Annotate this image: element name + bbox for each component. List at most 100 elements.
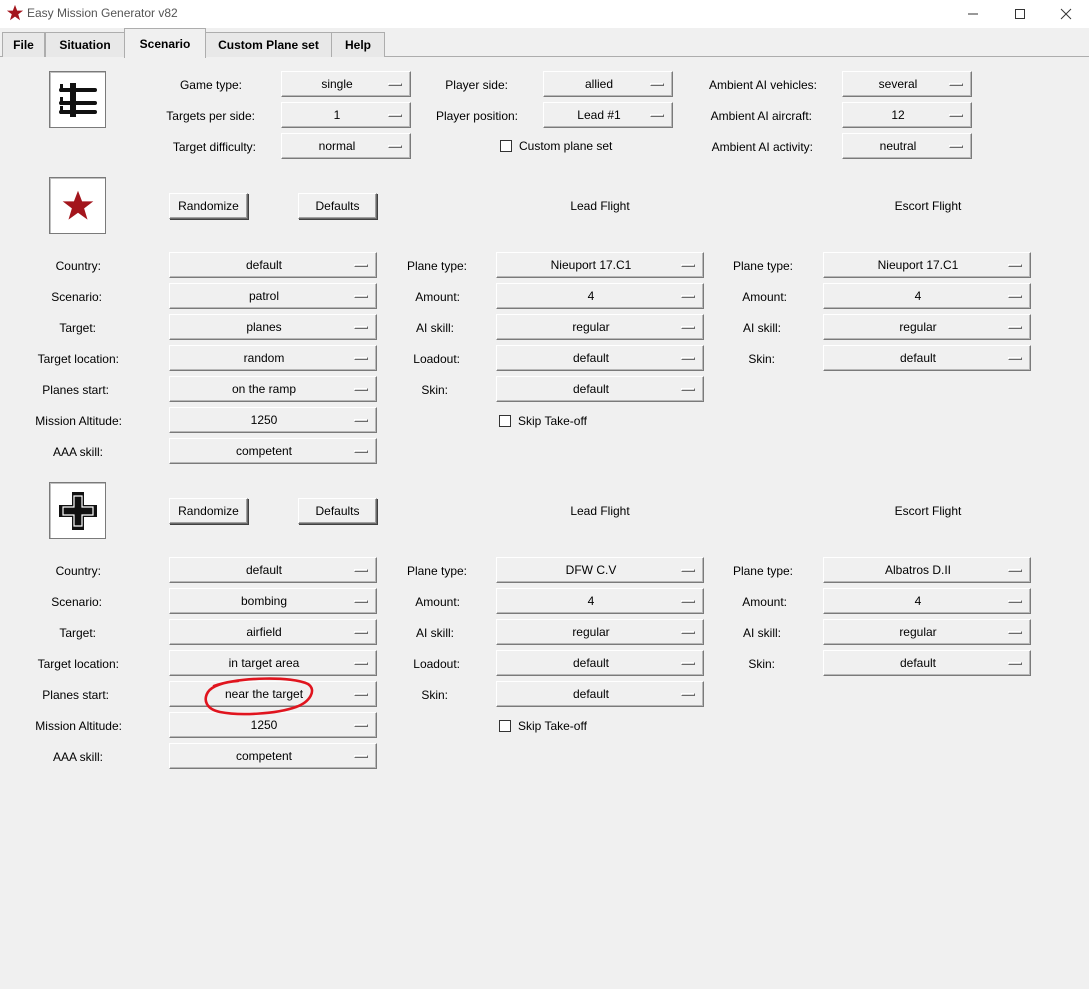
- dropdown-indicator-icon: [354, 357, 368, 360]
- axis-aaa-skill-label: AAA skill:: [52, 750, 103, 764]
- ambient-activity-label: Ambient AI activity:: [711, 140, 813, 154]
- dropdown-indicator-icon: [388, 145, 402, 148]
- allied-defaults-button[interactable]: Defaults: [298, 193, 377, 219]
- axis-lead-skin-dropdown[interactable]: default: [496, 681, 704, 707]
- allied-planes-start-label: Planes start:: [42, 383, 109, 397]
- allied-skip-takeoff-label: Skip Take-off: [518, 414, 587, 428]
- tab-situation[interactable]: Situation: [45, 32, 125, 57]
- axis-planes-start-value: near the target: [224, 687, 304, 701]
- allied-skip-takeoff-checkbox[interactable]: Skip Take-off: [499, 414, 587, 428]
- dropdown-indicator-icon: [1008, 264, 1022, 267]
- allied-mission-altitude-dropdown[interactable]: 1250: [169, 407, 377, 433]
- dropdown-indicator-icon: [388, 114, 402, 117]
- allied-lead-amount-dropdown[interactable]: 4: [496, 283, 704, 309]
- dropdown-indicator-icon: [681, 295, 695, 298]
- axis-lead-ai-skill-dropdown[interactable]: regular: [496, 619, 704, 645]
- dropdown-indicator-icon: [1008, 600, 1022, 603]
- allied-target-location-value: random: [243, 351, 285, 365]
- maximize-button[interactable]: [997, 0, 1043, 28]
- allied-lead-skin-dropdown[interactable]: default: [496, 376, 704, 402]
- axis-lead-amount-label: Amount:: [415, 595, 460, 609]
- axis-mission-altitude-value: 1250: [250, 718, 278, 732]
- axis-aaa-skill-value: competent: [235, 749, 293, 763]
- allied-country-value: default: [245, 258, 283, 272]
- allied-randomize-button[interactable]: Randomize: [169, 193, 248, 219]
- allied-scenario-dropdown[interactable]: patrol: [169, 283, 377, 309]
- allied-lead-amount-label: Amount:: [415, 290, 460, 304]
- dropdown-indicator-icon: [1008, 295, 1022, 298]
- axis-aaa-skill-dropdown[interactable]: competent: [169, 743, 377, 769]
- axis-lead-ai-skill-label: AI skill:: [415, 626, 454, 640]
- axis-escort-plane-type-value: Albatros D.II: [884, 563, 952, 577]
- axis-lead-flight-heading: Lead Flight: [570, 504, 630, 518]
- axis-planes-start-dropdown[interactable]: near the target: [169, 681, 377, 707]
- axis-escort-ai-skill-dropdown[interactable]: regular: [823, 619, 1031, 645]
- tab-scenario[interactable]: Scenario: [124, 28, 206, 58]
- axis-defaults-button[interactable]: Defaults: [298, 498, 377, 524]
- axis-escort-plane-type-dropdown[interactable]: Albatros D.II: [823, 557, 1031, 583]
- allied-lead-ai-skill-label: AI skill:: [415, 321, 454, 335]
- axis-lead-loadout-label: Loadout:: [413, 657, 460, 671]
- dropdown-indicator-icon: [354, 388, 368, 391]
- allied-target-location-dropdown[interactable]: random: [169, 345, 377, 371]
- allied-aaa-skill-dropdown[interactable]: competent: [169, 438, 377, 464]
- axis-country-dropdown[interactable]: default: [169, 557, 377, 583]
- allied-target-dropdown[interactable]: planes: [169, 314, 377, 340]
- minimize-button[interactable]: [950, 0, 996, 28]
- target-difficulty-label: Target difficulty:: [172, 140, 256, 154]
- allied-planes-start-dropdown[interactable]: on the ramp: [169, 376, 377, 402]
- player-position-dropdown[interactable]: Lead #1: [543, 102, 673, 128]
- ambient-aircraft-dropdown[interactable]: 12: [842, 102, 972, 128]
- allied-lead-plane-type-dropdown[interactable]: Nieuport 17.C1: [496, 252, 704, 278]
- dropdown-indicator-icon: [949, 83, 963, 86]
- target-difficulty-dropdown[interactable]: normal: [281, 133, 411, 159]
- allied-lead-ai-skill-value: regular: [572, 320, 610, 334]
- custom-plane-set-checkbox[interactable]: Custom plane set: [500, 139, 612, 153]
- axis-escort-skin-dropdown[interactable]: default: [823, 650, 1031, 676]
- tab-file[interactable]: File: [2, 32, 45, 57]
- game-type-label: Game type:: [179, 78, 242, 92]
- close-button[interactable]: [1043, 0, 1089, 28]
- allied-escort-skin-value: default: [899, 351, 937, 365]
- game-type-dropdown[interactable]: single: [281, 71, 411, 97]
- axis-escort-amount-dropdown[interactable]: 4: [823, 588, 1031, 614]
- allied-escort-ai-skill-dropdown[interactable]: regular: [823, 314, 1031, 340]
- allied-escort-amount-value: 4: [914, 289, 922, 303]
- axis-lead-loadout-dropdown[interactable]: default: [496, 650, 704, 676]
- axis-target-dropdown[interactable]: airfield: [169, 619, 377, 645]
- axis-lead-plane-type-dropdown[interactable]: DFW C.V: [496, 557, 704, 583]
- axis-skip-takeoff-label: Skip Take-off: [518, 719, 587, 733]
- allied-target-location-label: Target location:: [37, 352, 119, 366]
- dropdown-indicator-icon: [1008, 569, 1022, 572]
- tab-help[interactable]: Help: [331, 32, 385, 57]
- axis-target-location-dropdown[interactable]: in target area: [169, 650, 377, 676]
- dropdown-indicator-icon: [1008, 357, 1022, 360]
- targets-per-side-dropdown[interactable]: 1: [281, 102, 411, 128]
- axis-randomize-button[interactable]: Randomize: [169, 498, 248, 524]
- tab-custom-plane-set[interactable]: Custom Plane set: [205, 32, 332, 57]
- axis-lead-skin-label: Skin:: [421, 688, 448, 702]
- allied-country-dropdown[interactable]: default: [169, 252, 377, 278]
- axis-scenario-dropdown[interactable]: bombing: [169, 588, 377, 614]
- allied-escort-plane-type-dropdown[interactable]: Nieuport 17.C1: [823, 252, 1031, 278]
- axis-mission-altitude-dropdown[interactable]: 1250: [169, 712, 377, 738]
- allied-target-value: planes: [246, 320, 282, 334]
- axis-target-value: airfield: [246, 625, 282, 639]
- checkbox-icon: [499, 720, 511, 732]
- dropdown-indicator-icon: [354, 450, 368, 453]
- axis-skip-takeoff-checkbox[interactable]: Skip Take-off: [499, 719, 587, 733]
- targets-per-side-label: Targets per side:: [166, 109, 255, 123]
- ambient-vehicles-dropdown[interactable]: several: [842, 71, 972, 97]
- dropdown-indicator-icon: [681, 600, 695, 603]
- allied-escort-amount-dropdown[interactable]: 4: [823, 283, 1031, 309]
- dropdown-indicator-icon: [354, 755, 368, 758]
- ambient-activity-dropdown[interactable]: neutral: [842, 133, 972, 159]
- axis-escort-flight-heading: Escort Flight: [894, 504, 962, 518]
- allied-target-label: Target:: [59, 321, 96, 335]
- allied-lead-ai-skill-dropdown[interactable]: regular: [496, 314, 704, 340]
- allied-lead-loadout-dropdown[interactable]: default: [496, 345, 704, 371]
- allied-star-icon: [49, 177, 106, 234]
- player-side-dropdown[interactable]: allied: [543, 71, 673, 97]
- allied-escort-skin-dropdown[interactable]: default: [823, 345, 1031, 371]
- axis-lead-amount-dropdown[interactable]: 4: [496, 588, 704, 614]
